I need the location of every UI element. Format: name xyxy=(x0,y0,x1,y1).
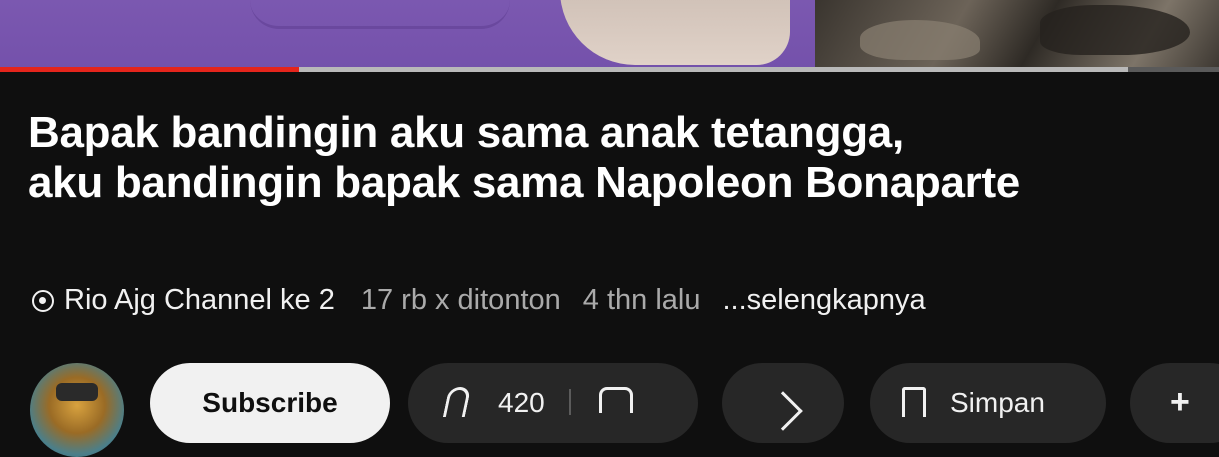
bookmark-icon xyxy=(902,387,926,417)
like-count[interactable]: 420 xyxy=(498,387,545,419)
hand-shape xyxy=(560,0,790,65)
live-dot-icon xyxy=(32,289,54,312)
more-actions-button[interactable]: + xyxy=(1130,363,1219,443)
plus-icon: + xyxy=(1170,383,1190,421)
save-label: Simpan xyxy=(950,387,1045,418)
rock-shape xyxy=(860,20,980,60)
channel-name[interactable]: Rio Ajg Channel ke 2 xyxy=(64,284,335,317)
video-title: Bapak bandingin aku sama anak tetangga, … xyxy=(28,108,1208,208)
like-dislike-group: 420 xyxy=(408,363,698,443)
rock-shape xyxy=(1040,5,1190,55)
progress-played xyxy=(0,67,299,72)
thumbs-down-icon[interactable] xyxy=(598,387,633,413)
more-link[interactable]: ...selengkapnya xyxy=(722,284,925,317)
thumbs-up-icon[interactable] xyxy=(442,387,472,417)
progress-bar[interactable] xyxy=(0,67,1219,72)
channel-avatar[interactable] xyxy=(30,363,124,457)
share-icon xyxy=(763,391,803,431)
view-count: 17 rb x ditonton xyxy=(360,284,561,316)
progress-buffered xyxy=(298,67,1128,72)
avatar-face xyxy=(56,383,98,401)
video-title-line1: Bapak bandingin aku sama anak tetangga, xyxy=(28,108,904,157)
video-meta-row[interactable]: Rio Ajg Channel ke 2 17 rb x ditonton 4 … xyxy=(32,284,926,317)
video-player[interactable] xyxy=(0,0,1219,70)
like-divider xyxy=(568,389,571,415)
action-bar: Subscribe 420 Simpan + xyxy=(0,360,1219,457)
save-button[interactable]: Simpan xyxy=(870,363,1106,443)
video-title-line2: aku bandingin bapak sama Napoleon Bonapa… xyxy=(28,158,1020,207)
video-frame-left xyxy=(0,0,815,70)
upload-age: 4 thn lalu xyxy=(582,284,701,316)
subscribe-button[interactable]: Subscribe xyxy=(150,363,390,443)
shirt-collar xyxy=(250,0,510,29)
share-button[interactable] xyxy=(722,363,844,443)
